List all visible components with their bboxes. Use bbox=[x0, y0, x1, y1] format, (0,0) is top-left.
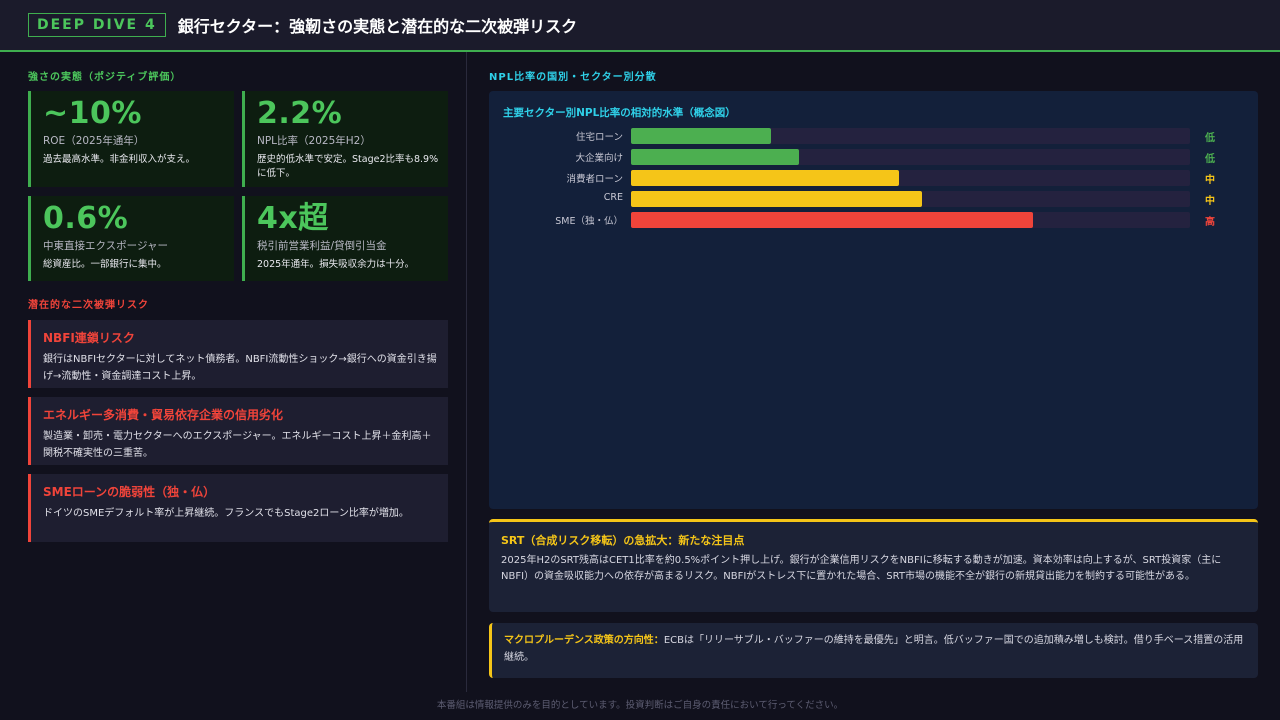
risk-card-nbfi: NBFI連鎖リスク 銀行はNBFIセクターに対してネット債務者。NBFI流動性シ… bbox=[28, 320, 448, 388]
npl-bar-row: 住宅ローン 低 bbox=[489, 128, 1258, 144]
npl-bar-label: 消費者ローン bbox=[566, 174, 623, 185]
kpi-desc: 2025年通年。損失吸収余力は十分。 bbox=[257, 259, 415, 270]
page-title: 銀行セクター：強靭さの実態と潜在的な二次被弾リスク bbox=[177, 17, 578, 36]
kpi-desc: 過去最高水準。非金利収入が支え。 bbox=[43, 154, 196, 165]
kpi-card-roe: ~10% ROE（2025年通年） 過去最高水準。非金利収入が支え。 bbox=[28, 91, 234, 187]
npl-bar-row: 消費者ローン 中 bbox=[489, 170, 1258, 186]
kpi-label: 中東直接エクスポージャー bbox=[43, 240, 168, 252]
npl-bar bbox=[631, 149, 799, 165]
header: DEEP DIVE 4 銀行セクター：強靭さの実態と潜在的な二次被弾リスク bbox=[0, 0, 1280, 52]
npl-level-label: 中 bbox=[1205, 196, 1215, 207]
chart-title: 主要セクター別NPL比率の相対的水準（概念図） bbox=[503, 107, 736, 119]
macro-prudential-callout: マクロプルーデンス政策の方向性：ECBは「リリーサブル・バッファーの維持を最優先… bbox=[489, 623, 1258, 678]
npl-bar-label: CRE bbox=[603, 192, 623, 203]
npl-bar-track bbox=[631, 170, 1190, 186]
npl-bar-label: SME（独・仏） bbox=[555, 216, 623, 227]
risk-title: NBFI連鎖リスク bbox=[43, 331, 135, 345]
npl-level-label: 高 bbox=[1205, 217, 1215, 228]
risk-title: エネルギー多消費・貿易依存企業の信用劣化 bbox=[43, 408, 284, 422]
npl-bar-track bbox=[631, 212, 1190, 228]
kpi-desc: 総資産比。一部銀行に集中。 bbox=[43, 259, 167, 270]
npl-bar-track bbox=[631, 128, 1190, 144]
kpi-card-mideast-exposure: 0.6% 中東直接エクスポージャー 総資産比。一部銀行に集中。 bbox=[28, 196, 234, 281]
deep-dive-badge: DEEP DIVE 4 bbox=[28, 13, 166, 37]
kpi-desc: 歴史的低水準で安定。Stage2比率も8.9%に低下。 bbox=[257, 154, 439, 179]
kpi-label: 税引前営業利益/貸倒引当金 bbox=[257, 240, 387, 252]
srt-title: SRT（合成リスク移転）の急拡大：新たな注目点 bbox=[501, 534, 745, 547]
risk-desc: 銀行はNBFIセクターに対してネット債務者。NBFI流動性ショック→銀行への資金… bbox=[43, 354, 437, 382]
kpi-label: NPL比率（2025年H2） bbox=[257, 135, 371, 147]
kpi-value: ~10% bbox=[43, 96, 142, 131]
npl-bar-row: SME（独・仏） 高 bbox=[489, 212, 1258, 228]
risk-card-energy: エネルギー多消費・貿易依存企業の信用劣化 製造業・卸売・電力セクターへのエクスポ… bbox=[28, 397, 448, 465]
risk-desc: 製造業・卸売・電力セクターへのエクスポージャー。エネルギーコスト上昇＋金利高＋関… bbox=[43, 431, 432, 459]
risk-card-sme: SMEローンの脆弱性（独・仏） ドイツのSMEデフォルト率が上昇継続。フランスで… bbox=[28, 474, 448, 542]
srt-desc: 2025年H2のSRT残高はCET1比率を約0.5%ポイント押し上げ。銀行が企業… bbox=[501, 555, 1222, 582]
npl-bar bbox=[631, 170, 900, 186]
npl-bar-row: 大企業向け 低 bbox=[489, 149, 1258, 165]
npl-bar bbox=[631, 212, 1034, 228]
risk-desc: ドイツのSMEデフォルト率が上昇継続。フランスでもStage2ローン比率が増加。 bbox=[43, 508, 409, 519]
npl-bar bbox=[631, 128, 771, 144]
kpi-value: 2.2% bbox=[257, 96, 343, 131]
npl-section-label: NPL比率の国別・セクター別分散 bbox=[489, 72, 657, 83]
risks-label: 潜在的な二次被弾リスク bbox=[28, 300, 149, 311]
disclaimer-footer: 本番組は情報提供のみを目的としています。投資判断はご自身の責任において行ってくだ… bbox=[436, 700, 844, 711]
npl-bar bbox=[631, 191, 922, 207]
kpi-card-profit-ratio: 4x超 税引前営業利益/貸倒引当金 2025年通年。損失吸収余力は十分。 bbox=[242, 196, 448, 281]
risk-title: SMEローンの脆弱性（独・仏） bbox=[43, 485, 216, 499]
kpi-value: 4x超 bbox=[257, 201, 329, 236]
npl-bar-row: CRE 中 bbox=[489, 191, 1258, 207]
npl-bar-track bbox=[631, 191, 1190, 207]
npl-level-label: 低 bbox=[1205, 154, 1215, 165]
npl-bar-track bbox=[631, 149, 1190, 165]
kpi-label: ROE（2025年通年） bbox=[43, 135, 145, 147]
npl-level-label: 中 bbox=[1205, 175, 1215, 186]
npl-bar-label: 住宅ローン bbox=[575, 132, 623, 143]
npl-level-label: 低 bbox=[1205, 133, 1215, 144]
kpi-card-npl: 2.2% NPL比率（2025年H2） 歴史的低水準で安定。Stage2比率も8… bbox=[242, 91, 448, 187]
strengths-label: 強さの実態（ポジティブ評価） bbox=[28, 72, 182, 83]
npl-bar-label: 大企業向け bbox=[575, 153, 623, 164]
macro-title: マクロプルーデンス政策の方向性： bbox=[504, 635, 664, 646]
column-divider bbox=[466, 52, 467, 692]
srt-callout: SRT（合成リスク移転）の急拡大：新たな注目点 2025年H2のSRT残高はCE… bbox=[489, 519, 1258, 612]
kpi-value: 0.6% bbox=[43, 201, 129, 236]
npl-chart-panel: 主要セクター別NPL比率の相対的水準（概念図） 住宅ローン低大企業向け低消費者ロ… bbox=[489, 91, 1258, 509]
